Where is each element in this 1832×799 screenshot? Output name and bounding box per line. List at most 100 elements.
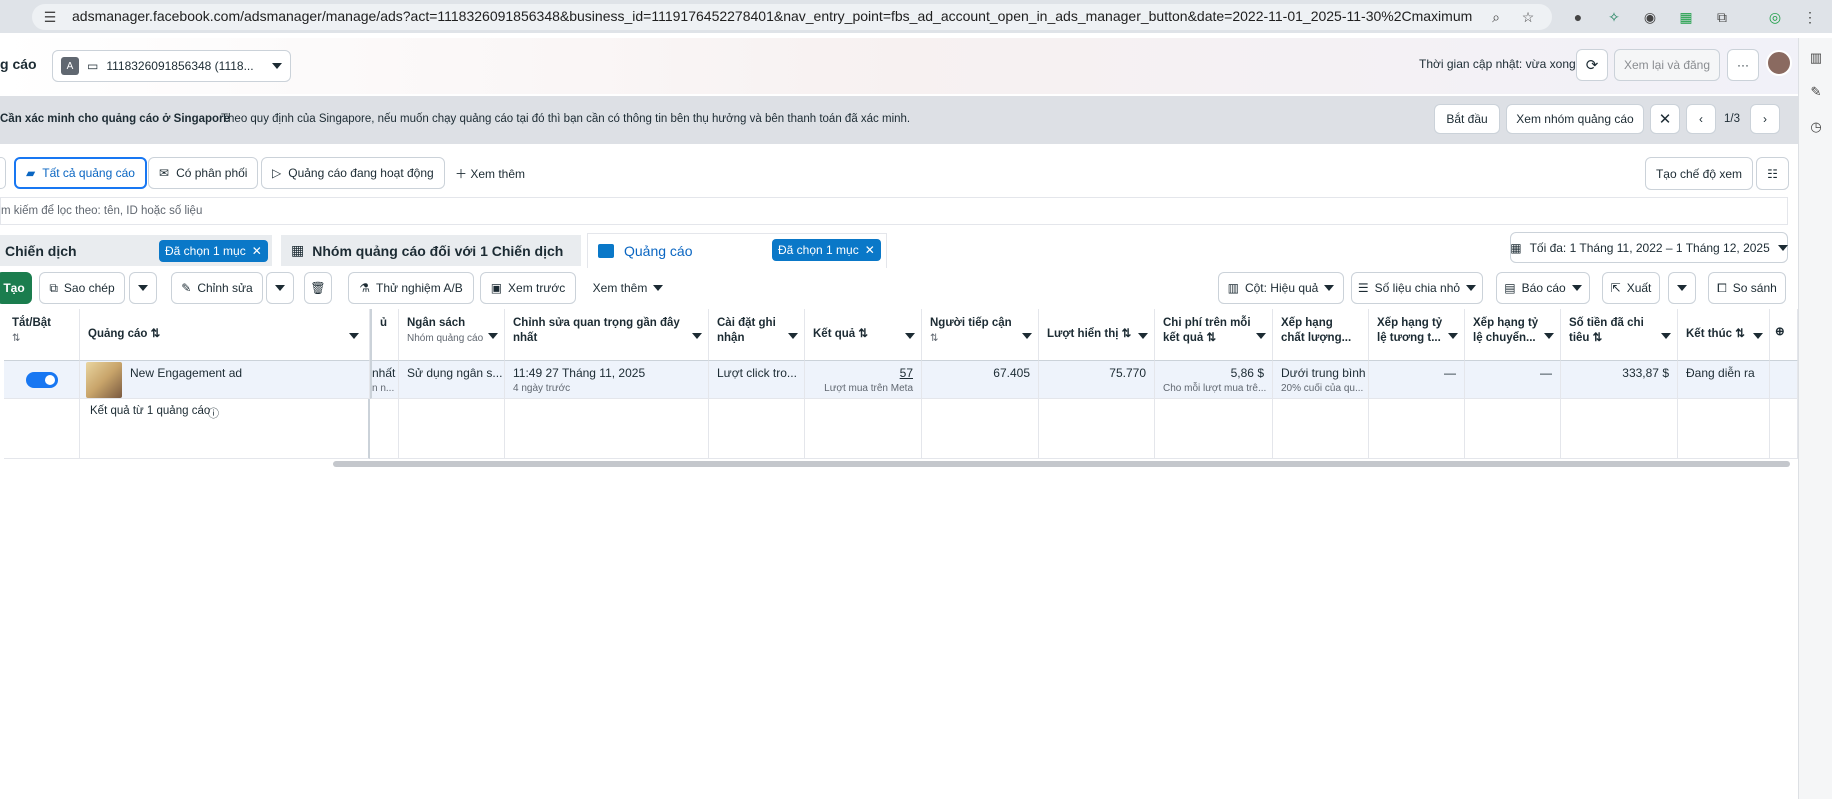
ad-thumbnail[interactable] [86, 362, 122, 398]
chevron-down-icon[interactable] [692, 333, 702, 339]
date-range-picker[interactable]: ▦ Tối đa: 1 Tháng 11, 2022 – 1 Tháng 12, … [1510, 232, 1788, 263]
col-attribution[interactable]: Cài đặt ghi nhận [709, 309, 805, 361]
col-budget[interactable]: Ngân sách Nhóm quảng cáo [399, 309, 505, 361]
duplicate-dropdown[interactable] [129, 272, 157, 304]
col-engagement-rank[interactable]: Xếp hạng tỷ lệ tương t... [1369, 309, 1465, 361]
delete-button[interactable]: 🗑 [304, 272, 332, 304]
preview-button[interactable]: ▣ Xem trước [480, 272, 576, 304]
pencil-icon[interactable]: ✎ [1808, 84, 1824, 100]
banner-text: Theo quy định của Singapore, nếu muốn ch… [221, 113, 911, 125]
cookie-extension-icon[interactable]: ● [1568, 7, 1588, 27]
chevron-down-icon[interactable] [905, 333, 915, 339]
refresh-icon[interactable]: ⟳ [1576, 49, 1608, 81]
col-toggle[interactable]: Tắt/Bật ⇅ [4, 309, 80, 361]
sliders-icon[interactable]: ☷ [1756, 157, 1789, 190]
sort-icon[interactable]: ⇅ [151, 328, 161, 340]
chevron-down-icon[interactable] [349, 333, 359, 339]
start-button[interactable]: Bắt đầu [1434, 104, 1500, 134]
col-ends[interactable]: Kết thúc ⇅ [1678, 309, 1770, 361]
breakdown-button[interactable]: ☰ Số liệu chia nhỏ [1351, 272, 1483, 304]
sort-icon[interactable]: ⇅ [12, 331, 71, 346]
col-quality-rank[interactable]: Xếp hạng chất lượng... [1273, 309, 1369, 361]
reports-button[interactable]: ▤ Báo cáo [1496, 272, 1590, 304]
row-ad-cell[interactable]: New Engagement ad [80, 361, 370, 399]
chevron-down-icon[interactable] [1544, 333, 1554, 339]
extensions-puzzle-icon[interactable]: ⧉ [1712, 7, 1732, 27]
col-ends-label: Kết thúc [1686, 328, 1732, 340]
avatar[interactable] [1766, 50, 1792, 76]
edit-dropdown[interactable] [266, 272, 294, 304]
col-conversion-rank[interactable]: Xếp hạng tỷ lệ chuyển... [1465, 309, 1561, 361]
create-button[interactable]: Tạo [0, 272, 32, 304]
extension-icon[interactable]: ✧ [1604, 7, 1624, 27]
col-impressions[interactable]: Lượt hiển thị ⇅ [1039, 309, 1155, 361]
filter-edge[interactable] [0, 157, 6, 189]
history-icon[interactable]: ◷ [1808, 119, 1824, 135]
chart-icon[interactable]: ▥ [1808, 50, 1824, 66]
tab-adset[interactable]: ▦ Nhóm quảng cáo đối với 1 Chiến dịch [281, 235, 581, 266]
zoom-icon[interactable]: ⌕ [1486, 7, 1506, 27]
sort-icon[interactable]: ⇅ [930, 331, 1030, 346]
col-reach[interactable]: Người tiếp cận ⇅ [922, 309, 1039, 361]
create-view-button[interactable]: Tạo chế độ xem [1645, 157, 1753, 190]
sort-icon[interactable]: ⇅ [858, 328, 868, 340]
col-results[interactable]: Kết quả ⇅ [805, 309, 922, 361]
sort-icon[interactable]: ⇅ [1206, 332, 1216, 344]
export-button[interactable]: ⇱ Xuất [1602, 272, 1660, 304]
sheets-extension-icon[interactable]: ▦ [1676, 7, 1696, 27]
filter-all-ads[interactable]: ▰ Tất cả quảng cáo [14, 157, 147, 189]
footer-cell [370, 399, 399, 459]
info-icon[interactable]: ⓘ [208, 405, 219, 421]
row-spent: 333,87 $ [1561, 361, 1678, 399]
status-toggle[interactable] [26, 372, 58, 388]
export-dropdown[interactable] [1668, 272, 1696, 304]
compare-button[interactable]: ⧠ So sánh [1708, 272, 1786, 304]
chevron-down-icon[interactable] [1448, 333, 1458, 339]
ab-test-button[interactable]: ⚗ Thử nghiệm A/B [348, 272, 474, 304]
chevron-down-icon[interactable] [1138, 333, 1148, 339]
more-actions-button[interactable]: Xem thêm [584, 272, 672, 304]
horizontal-scrollbar[interactable] [333, 461, 1790, 467]
add-column-icon[interactable]: ⊕ [1770, 309, 1798, 361]
col-last-edit[interactable]: Chỉnh sửa quan trọng gần đây nhất [505, 309, 709, 361]
view-adset-button[interactable]: Xem nhóm quảng cáo [1506, 104, 1644, 134]
account-selector[interactable]: A ▭ 1118326091856348 (1118... [52, 50, 291, 82]
chevron-down-icon[interactable] [1022, 333, 1032, 339]
filter-active-ads[interactable]: ▷ Quảng cáo đang hoạt động [261, 157, 445, 189]
envelope-icon: ✉ [159, 166, 170, 180]
browser-menu-icon[interactable]: ⋮ [1800, 7, 1820, 27]
ad-name[interactable]: New Engagement ad [130, 366, 242, 381]
site-settings-icon[interactable]: ☰ [40, 7, 60, 27]
col-amount-spent[interactable]: Số tiền đã chi tiêu ⇅ [1561, 309, 1678, 361]
filter-more-button[interactable]: ＋ Xem thêm [455, 165, 525, 182]
extension-globe-icon[interactable]: ◉ [1640, 7, 1660, 27]
search-input[interactable]: m kiếm để lọc theo: tên, ID hoặc số liệu [0, 197, 1788, 225]
row-results[interactable]: 57 [900, 366, 913, 380]
bookmark-star-icon[interactable]: ☆ [1518, 7, 1538, 27]
sort-icon[interactable]: ⇅ [1122, 328, 1132, 340]
url-text[interactable]: adsmanager.facebook.com/adsmanager/manag… [72, 8, 1472, 24]
chevron-down-icon[interactable] [1753, 333, 1763, 339]
close-icon[interactable]: ✕ [1650, 104, 1680, 134]
columns-button[interactable]: ▥ Cột: Hiệu quả [1218, 272, 1344, 304]
sort-icon[interactable]: ⇅ [1593, 332, 1603, 344]
filter-delivery[interactable]: ✉ Có phân phối [148, 157, 259, 189]
col-cost-per-result[interactable]: Chi phí trên mỗi kết quả ⇅ [1155, 309, 1273, 361]
ads-selected-tag[interactable]: Đã chọn 1 mục ✕ [772, 239, 881, 261]
profile-icon[interactable]: ◎ [1765, 7, 1785, 27]
chevron-down-icon[interactable] [788, 333, 798, 339]
chevron-right-icon[interactable]: › [1750, 104, 1780, 134]
close-icon[interactable]: ✕ [865, 243, 875, 257]
chevron-left-icon[interactable]: ‹ [1686, 104, 1716, 134]
edit-button[interactable]: ✎ Chỉnh sửa [171, 272, 263, 304]
col-ad[interactable]: Quảng cáo ⇅ [80, 309, 370, 361]
duplicate-button[interactable]: ⧉ Sao chép [39, 272, 125, 304]
more-options-button[interactable]: ··· [1727, 49, 1759, 81]
close-icon[interactable]: ✕ [252, 244, 262, 258]
chevron-down-icon[interactable] [1256, 333, 1266, 339]
review-publish-button[interactable]: Xem lại và đăng [1614, 49, 1720, 81]
sort-icon[interactable]: ⇅ [1735, 328, 1745, 340]
chevron-down-icon[interactable] [1661, 333, 1671, 339]
chevron-down-icon[interactable] [488, 333, 498, 339]
campaign-selected-tag[interactable]: Đã chọn 1 mục ✕ [159, 240, 268, 262]
